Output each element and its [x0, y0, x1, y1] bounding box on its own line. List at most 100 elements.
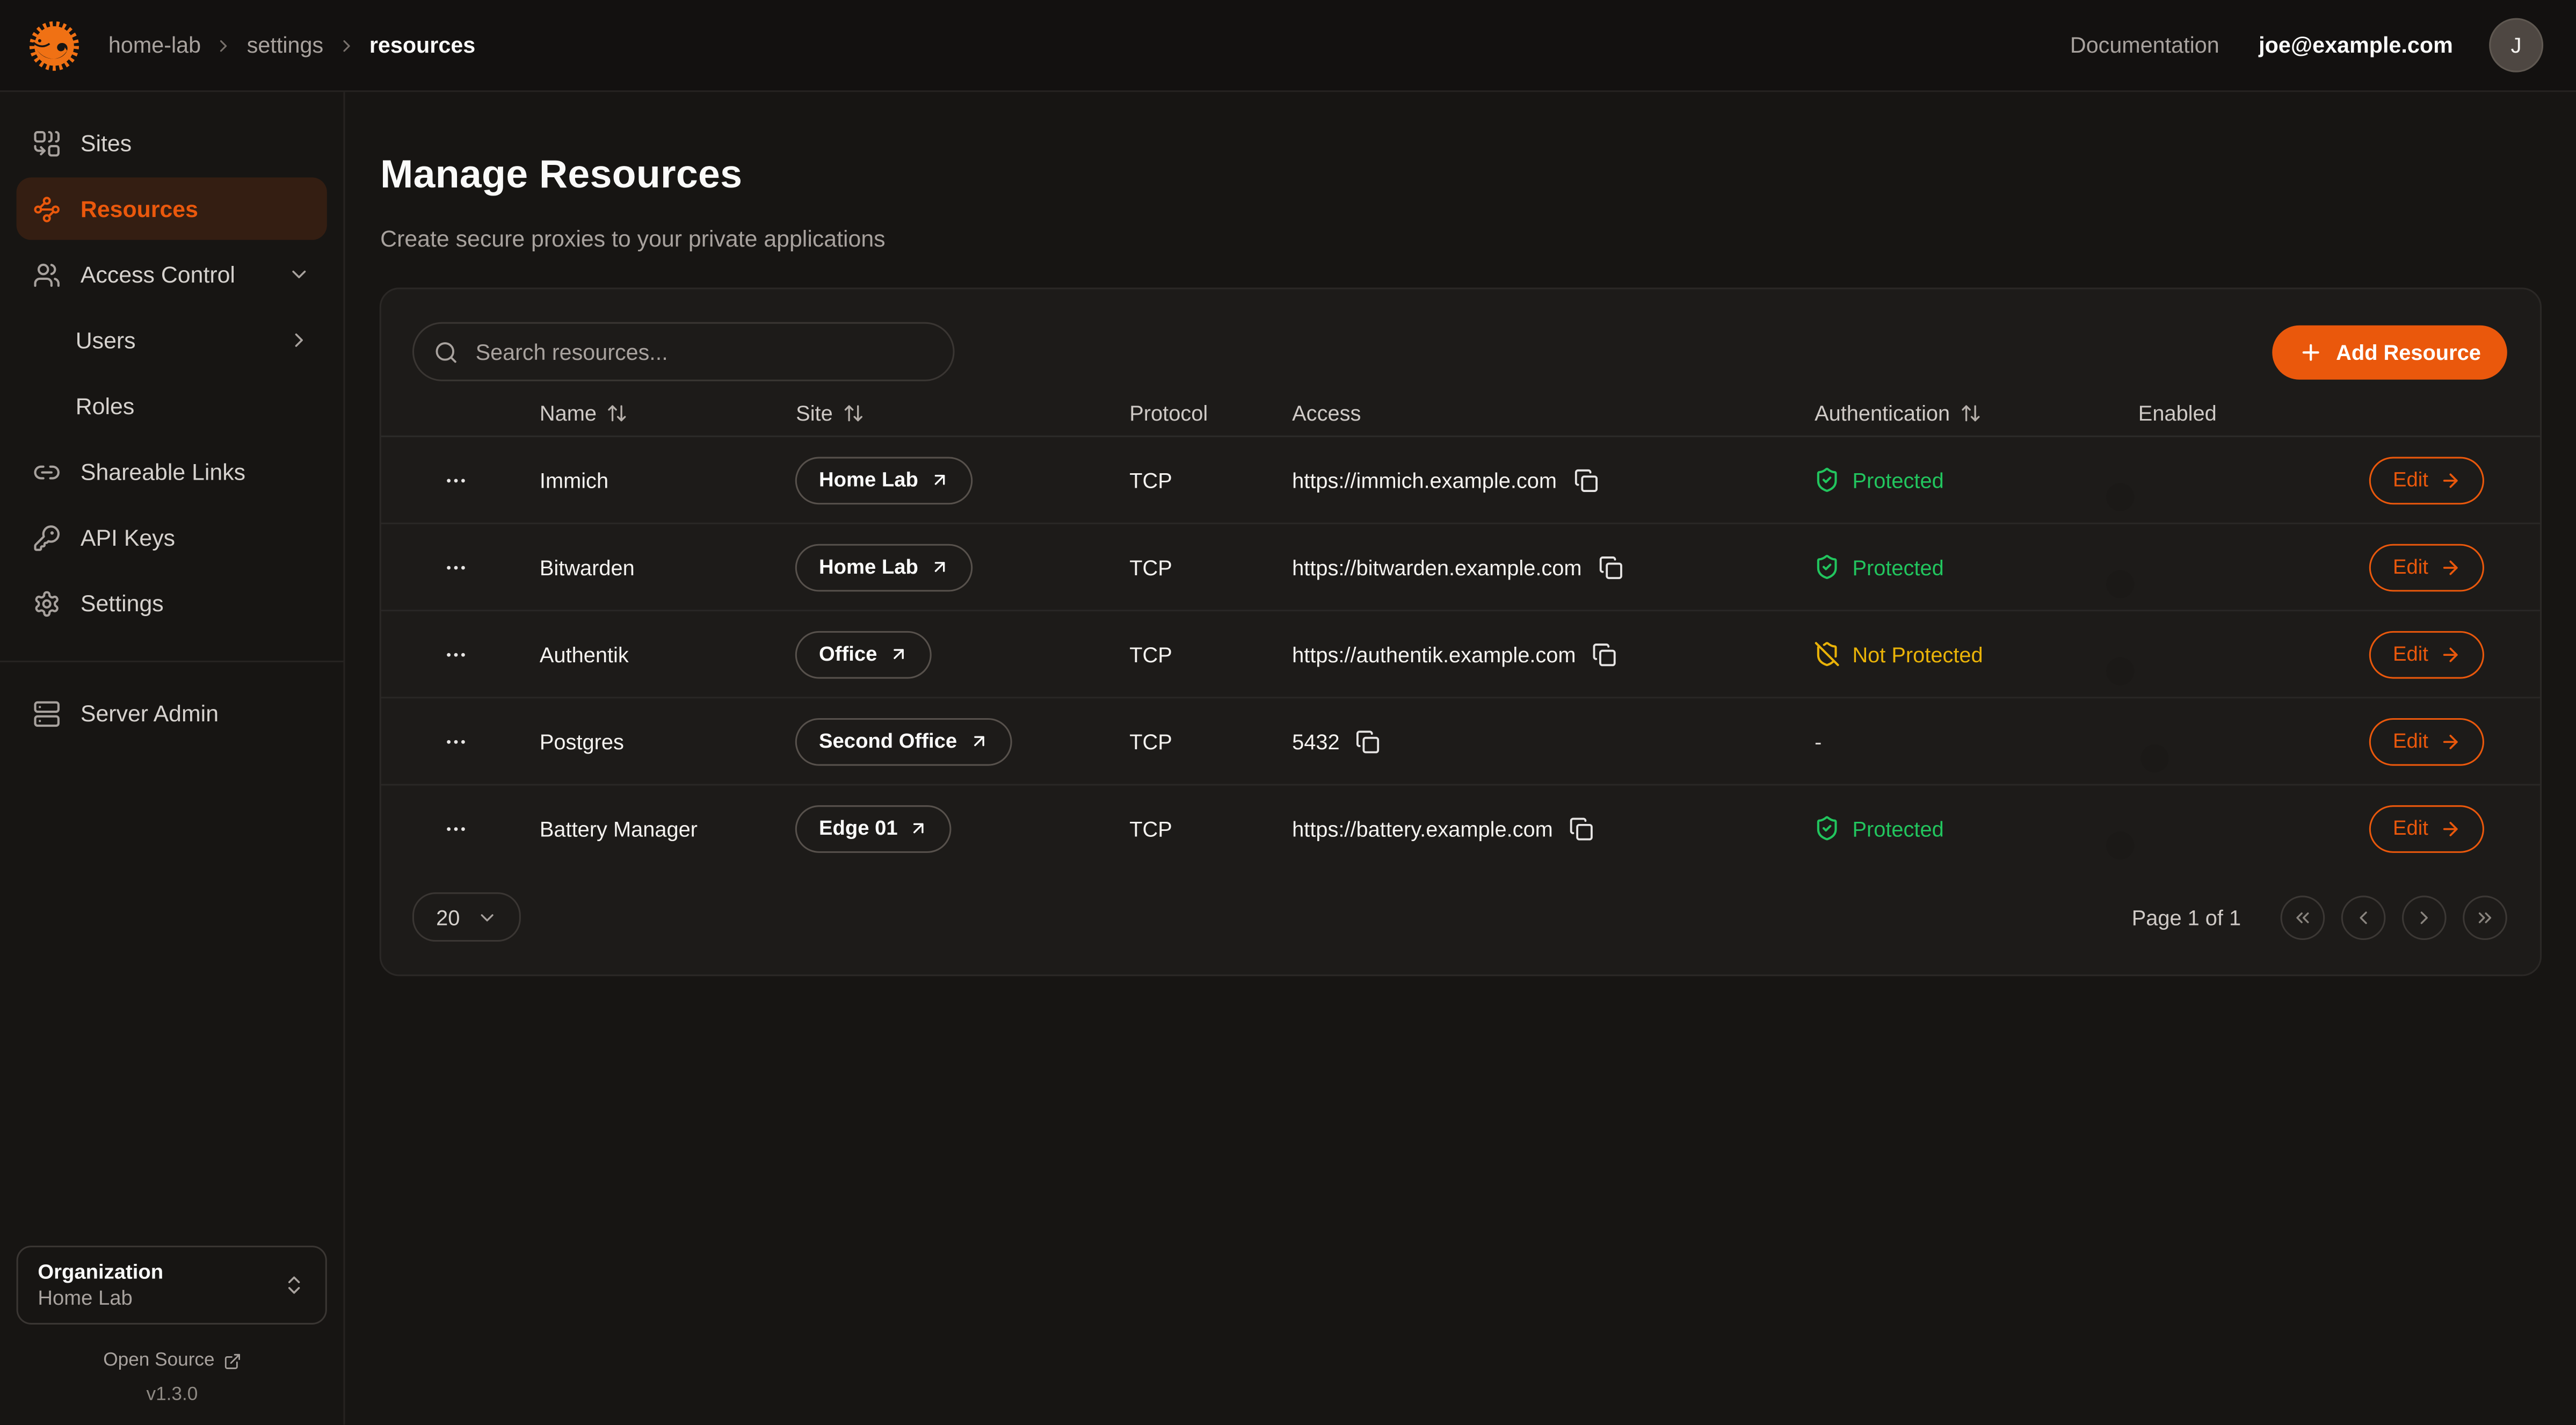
row-menu-button[interactable]: [382, 816, 540, 841]
resource-name: Bitwarden: [540, 555, 796, 580]
copy-icon[interactable]: [1598, 555, 1623, 580]
edit-label: Edit: [2393, 643, 2428, 666]
toggle-knob: [2142, 744, 2169, 772]
edit-button[interactable]: Edit: [2370, 631, 2484, 678]
external-link-icon: [223, 1351, 241, 1370]
page-size-select[interactable]: 20: [413, 893, 520, 942]
avatar[interactable]: J: [2489, 18, 2543, 73]
arrow-up-right-icon: [930, 470, 949, 490]
toggle-knob: [2107, 570, 2135, 598]
pangolin-logo-icon[interactable]: [26, 17, 82, 73]
page-size-value: 20: [436, 905, 460, 930]
row-menu-button[interactable]: [382, 729, 540, 754]
column-header-enabled: Enabled: [2138, 401, 2370, 426]
row-menu-button[interactable]: [382, 468, 540, 493]
breadcrumb-settings[interactable]: settings: [247, 33, 323, 57]
authentication-badge: -: [1815, 729, 2138, 754]
sidebar-item-settings[interactable]: Settings: [17, 572, 328, 634]
site-link-button[interactable]: Edge 01: [796, 805, 952, 852]
sort-icon: [606, 403, 628, 424]
access-url: https://immich.example.com: [1292, 468, 1557, 493]
chevron-right-icon: [337, 35, 357, 55]
sidebar-item-resources[interactable]: Resources: [17, 177, 328, 240]
pagination-bar: 20 Page 1 of 1: [382, 871, 2540, 975]
app-root: home-lab settings resources Documentatio…: [0, 0, 2576, 1425]
documentation-link[interactable]: Documentation: [2070, 33, 2219, 57]
sort-icon: [843, 403, 864, 424]
add-resource-button[interactable]: Add Resource: [2272, 325, 2507, 379]
chevron-right-icon: [288, 329, 311, 352]
toggle-knob: [2107, 483, 2135, 511]
sidebar-item-label: Settings: [81, 590, 164, 616]
sidebar-item-shareable-links[interactable]: Shareable Links: [17, 440, 328, 503]
copy-icon[interactable]: [1573, 468, 1598, 493]
site-link-button[interactable]: Home Lab: [796, 456, 973, 504]
column-header-access: Access: [1292, 401, 1815, 426]
organization-selector[interactable]: Organization Home Lab: [17, 1246, 328, 1325]
sidebar-item-api-keys[interactable]: API Keys: [17, 506, 328, 568]
chevron-down-icon: [288, 263, 311, 286]
edit-label: Edit: [2393, 468, 2428, 491]
link-icon: [33, 458, 61, 486]
open-source-link[interactable]: Open Source: [17, 1351, 328, 1371]
site-link-button[interactable]: Office: [796, 631, 931, 678]
shield-check-icon: [1815, 554, 1841, 581]
sidebar-item-label: Server Admin: [81, 700, 219, 726]
next-page-button[interactable]: [2402, 895, 2447, 939]
edit-button[interactable]: Edit: [2370, 805, 2484, 852]
arrow-right-icon: [2440, 469, 2461, 491]
sidebar-item-users[interactable]: Users: [17, 309, 328, 371]
edit-button[interactable]: Edit: [2370, 544, 2484, 591]
site-name: Home Lab: [819, 468, 918, 491]
sort-icon: [1960, 403, 1982, 424]
authentication-label: Protected: [1852, 555, 1943, 580]
copy-icon[interactable]: [1356, 729, 1381, 754]
sidebar-item-label: Access Control: [81, 261, 235, 287]
row-menu-button[interactable]: [382, 642, 540, 667]
table-header-row: Name Site Protocol Access Authentication…: [382, 392, 2540, 438]
plus-icon: [2298, 339, 2323, 364]
edit-button[interactable]: Edit: [2370, 456, 2484, 504]
authentication-badge: Protected: [1815, 815, 2138, 842]
shield-check-icon: [1815, 815, 1841, 842]
breadcrumb-org[interactable]: home-lab: [108, 33, 201, 57]
sidebar-item-server-admin[interactable]: Server Admin: [17, 682, 328, 744]
chevron-right-icon: [214, 35, 234, 55]
key-icon: [33, 523, 61, 551]
row-menu-button[interactable]: [382, 555, 540, 580]
sidebar-item-sites[interactable]: Sites: [17, 112, 328, 174]
add-resource-label: Add Resource: [2336, 339, 2481, 364]
resource-name: Immich: [540, 468, 796, 493]
edit-button[interactable]: Edit: [2370, 718, 2484, 765]
shield-off-icon: [1815, 641, 1841, 668]
arrow-up-right-icon: [969, 732, 989, 751]
sidebar-item-roles[interactable]: Roles: [17, 375, 328, 437]
search-input[interactable]: [472, 338, 934, 366]
arrow-right-icon: [2440, 818, 2461, 840]
topbar: home-lab settings resources Documentatio…: [0, 0, 2576, 92]
sidebar-item-access-control[interactable]: Access Control: [17, 243, 328, 306]
breadcrumb-current: resources: [369, 33, 475, 57]
resource-name: Authentik: [540, 642, 796, 667]
organization-label: Organization: [38, 1259, 283, 1285]
first-page-button[interactable]: [2281, 895, 2325, 939]
column-header-name[interactable]: Name: [540, 401, 796, 426]
copy-icon[interactable]: [1569, 816, 1594, 841]
copy-icon[interactable]: [1592, 642, 1617, 667]
column-header-site[interactable]: Site: [796, 401, 1129, 426]
prev-page-button[interactable]: [2341, 895, 2386, 939]
sidebar-item-label: Shareable Links: [81, 459, 245, 485]
protocol-value: TCP: [1129, 816, 1292, 841]
access-url: https://authentik.example.com: [1292, 642, 1576, 667]
user-email[interactable]: joe@example.com: [2259, 33, 2453, 57]
site-name: Edge 01: [819, 817, 898, 840]
column-header-authentication[interactable]: Authentication: [1815, 401, 2138, 426]
table-row: Immich Home Lab TCP https://immich.examp…: [382, 437, 2540, 524]
sidebar-item-label: Roles: [76, 393, 135, 419]
last-page-button[interactable]: [2463, 895, 2507, 939]
sidebar-item-label: API Keys: [81, 524, 175, 551]
authentication-badge: Not Protected: [1815, 641, 2138, 668]
site-link-button[interactable]: Home Lab: [796, 544, 973, 591]
search-box: [413, 322, 955, 381]
site-link-button[interactable]: Second Office: [796, 718, 1011, 765]
